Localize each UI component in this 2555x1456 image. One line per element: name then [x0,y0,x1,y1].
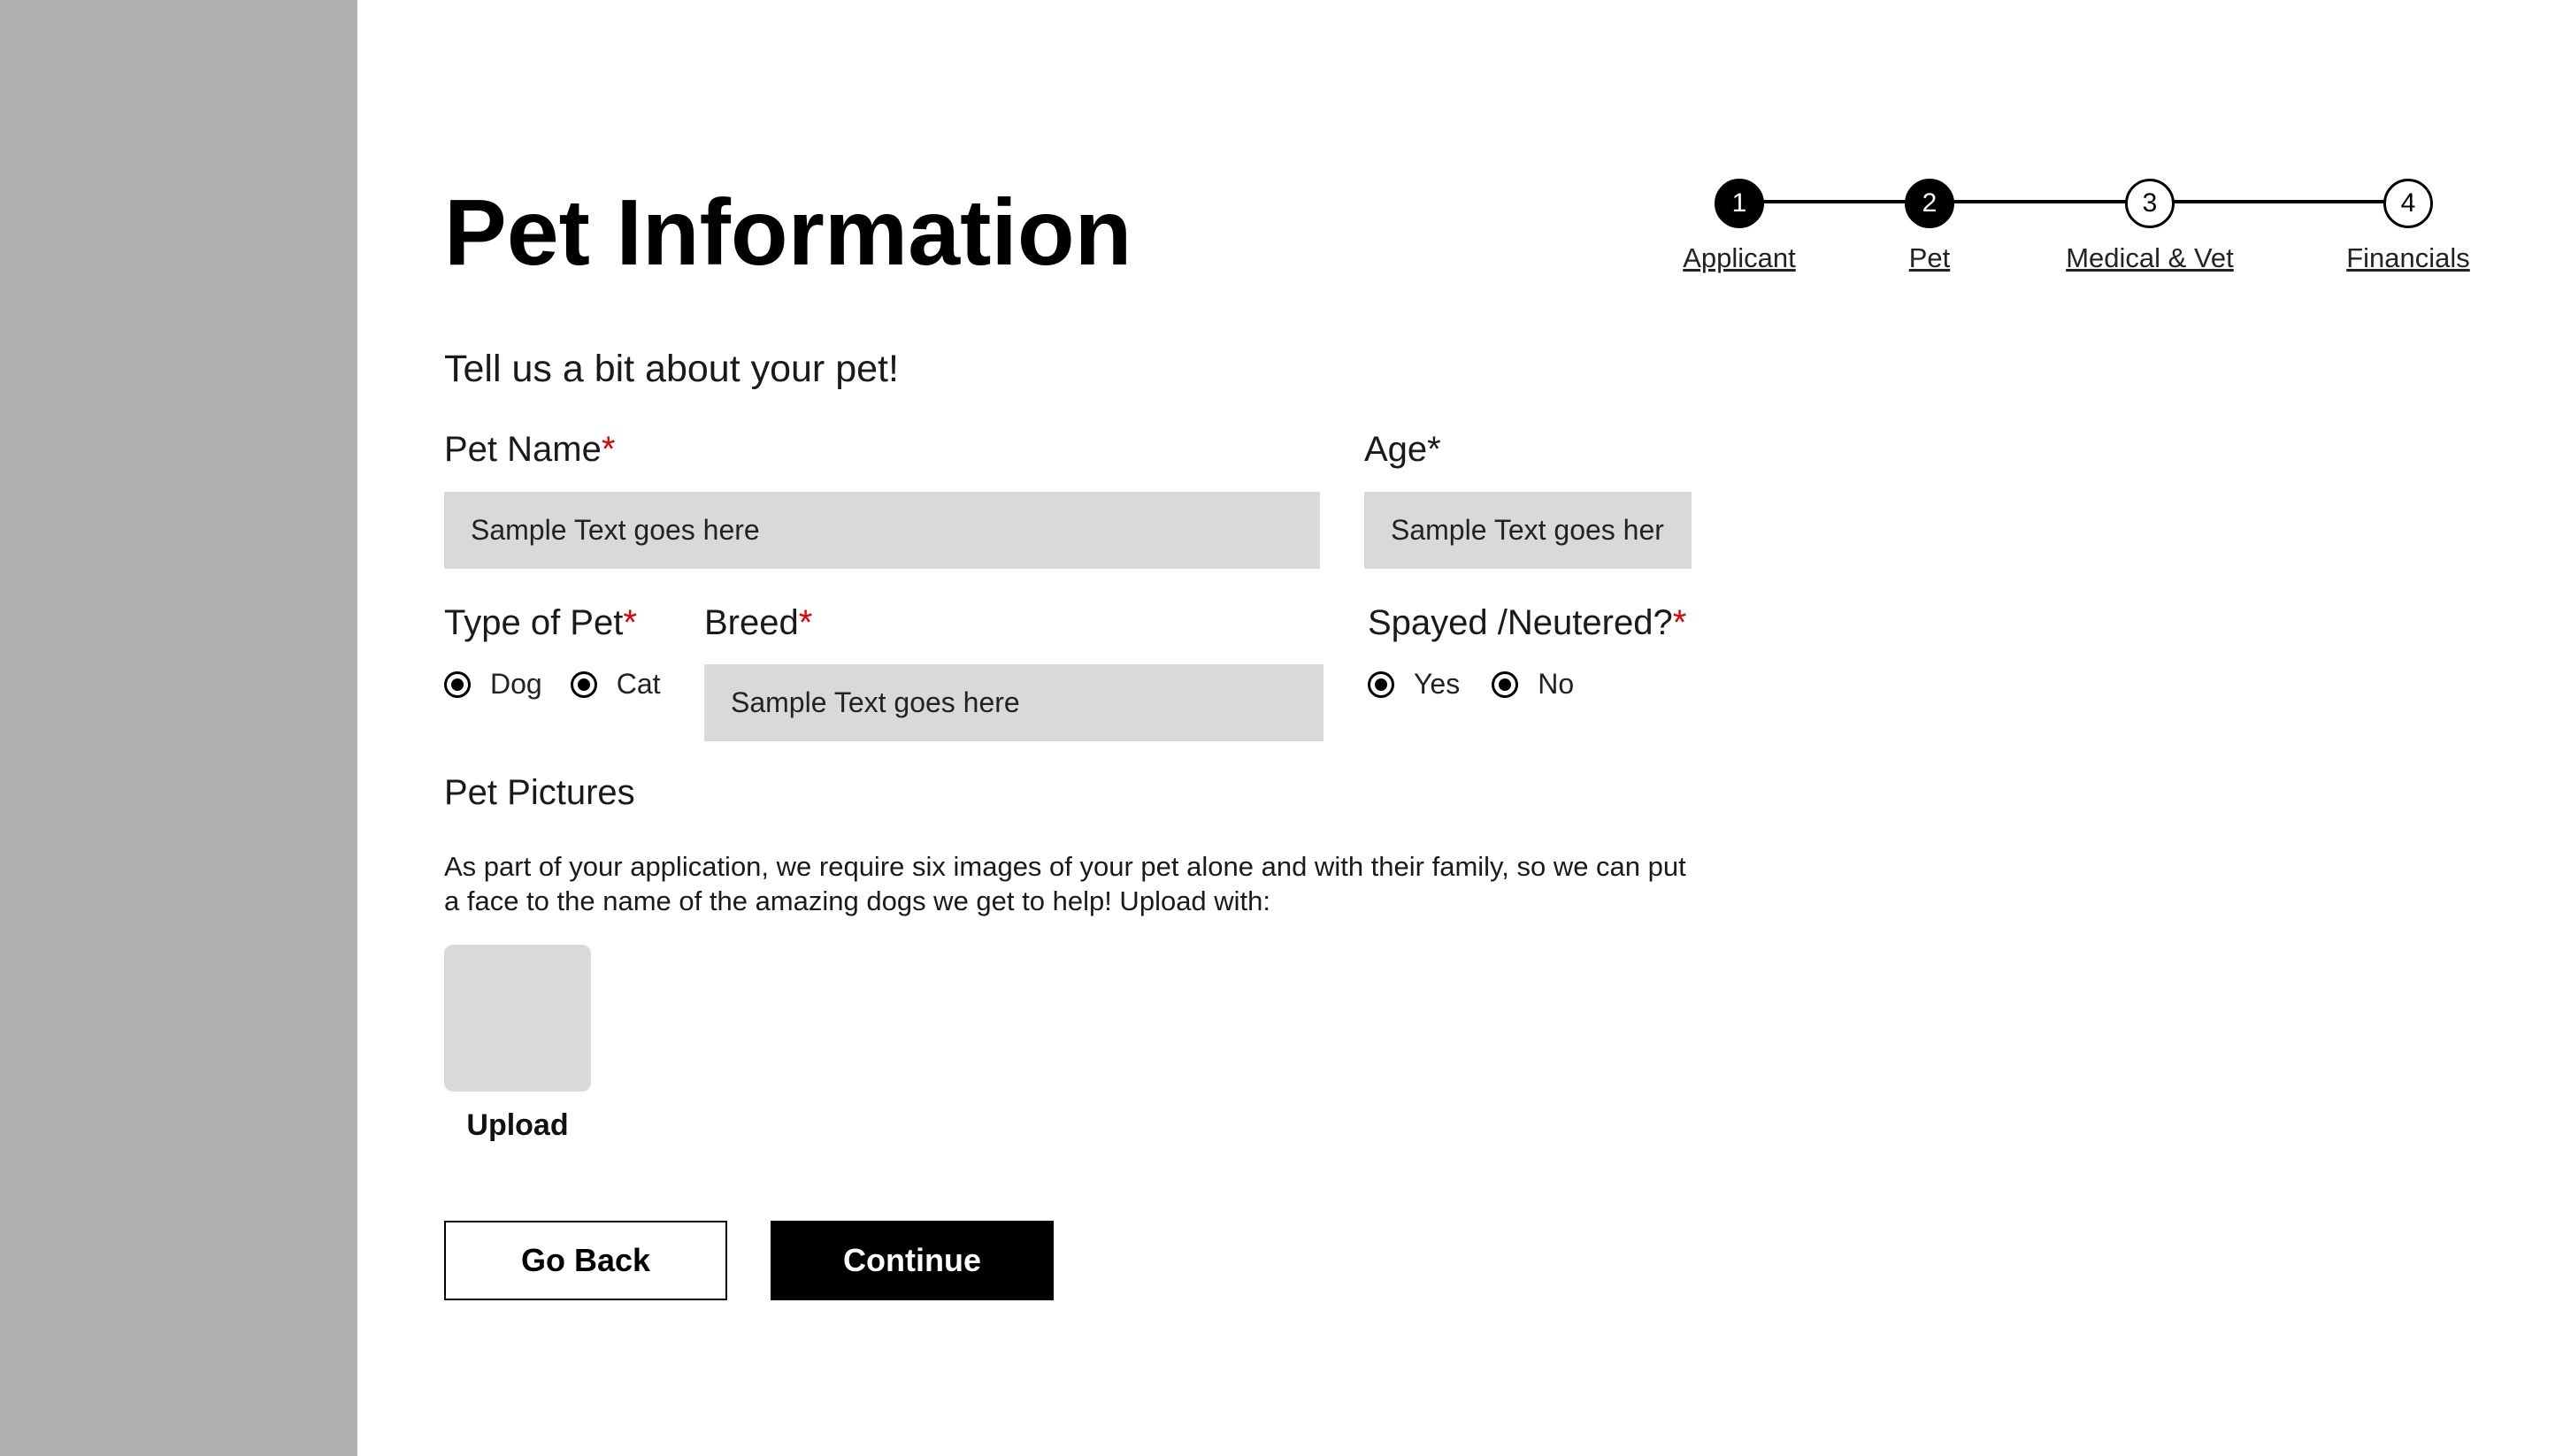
cat-radio-label[interactable]: Cat [617,668,661,701]
spayed-neutered-label-text: Spayed /Neutered? [1368,603,1673,642]
dog-radio-label[interactable]: Dog [490,668,542,701]
step-1-circle[interactable]: 1 [1715,179,1764,228]
breed-input[interactable] [704,664,1324,741]
pet-name-label-text: Pet Name [444,430,602,469]
no-radio-label[interactable]: No [1538,668,1574,701]
breed-label-text: Breed [704,603,799,642]
pet-name-input[interactable] [444,492,1320,569]
step-4-financials-link[interactable]: Financials [2346,242,2470,274]
step-1-applicant-link[interactable]: Applicant [1683,242,1796,274]
breed-label: Breed* [704,602,812,644]
pet-pictures-description: As part of your application, we require … [444,851,1686,916]
page-subtitle: Tell us a bit about your pet! [444,348,899,390]
pet-name-label: Pet Name* [444,428,615,471]
required-mark: * [623,603,637,642]
step-2-circle[interactable]: 2 [1905,179,1954,228]
dog-radio[interactable] [444,671,471,698]
type-of-pet-radio-group: Dog Cat [444,668,661,701]
stepper-connector-line [1737,200,2403,203]
upload-label[interactable]: Upload [444,1108,591,1143]
age-label: Age* [1364,430,1441,469]
step-4-circle[interactable]: 4 [2383,179,2433,228]
required-mark: * [798,603,813,642]
yes-radio[interactable] [1368,671,1394,698]
upload-dropzone[interactable] [444,945,591,1092]
left-sidebar [0,0,357,1456]
type-of-pet-label: Type of Pet* [444,602,637,644]
required-mark: * [1672,603,1687,642]
page-title: Pet Information [444,180,1132,285]
required-mark: * [601,430,616,469]
yes-radio-label[interactable]: Yes [1414,668,1460,701]
continue-button[interactable]: Continue [771,1221,1054,1300]
step-4-number: 4 [2400,188,2416,218]
step-3-medical-vet-link[interactable]: Medical & Vet [2066,242,2234,274]
type-of-pet-label-text: Type of Pet [444,603,624,642]
step-3-number: 3 [2142,188,2158,218]
step-1-number: 1 [1731,188,1747,218]
spayed-neutered-radio-group: Yes No [1368,668,1574,701]
no-radio[interactable] [1492,671,1519,698]
step-3-circle[interactable]: 3 [2125,179,2175,228]
step-2-pet-link[interactable]: Pet [1909,242,1951,274]
cat-radio[interactable] [570,671,597,698]
go-back-button[interactable]: Go Back [444,1221,727,1300]
pet-pictures-label: Pet Pictures [444,773,635,812]
step-2-number: 2 [1922,188,1937,218]
spayed-neutered-label: Spayed /Neutered?* [1368,602,1686,644]
age-input[interactable] [1364,492,1692,569]
